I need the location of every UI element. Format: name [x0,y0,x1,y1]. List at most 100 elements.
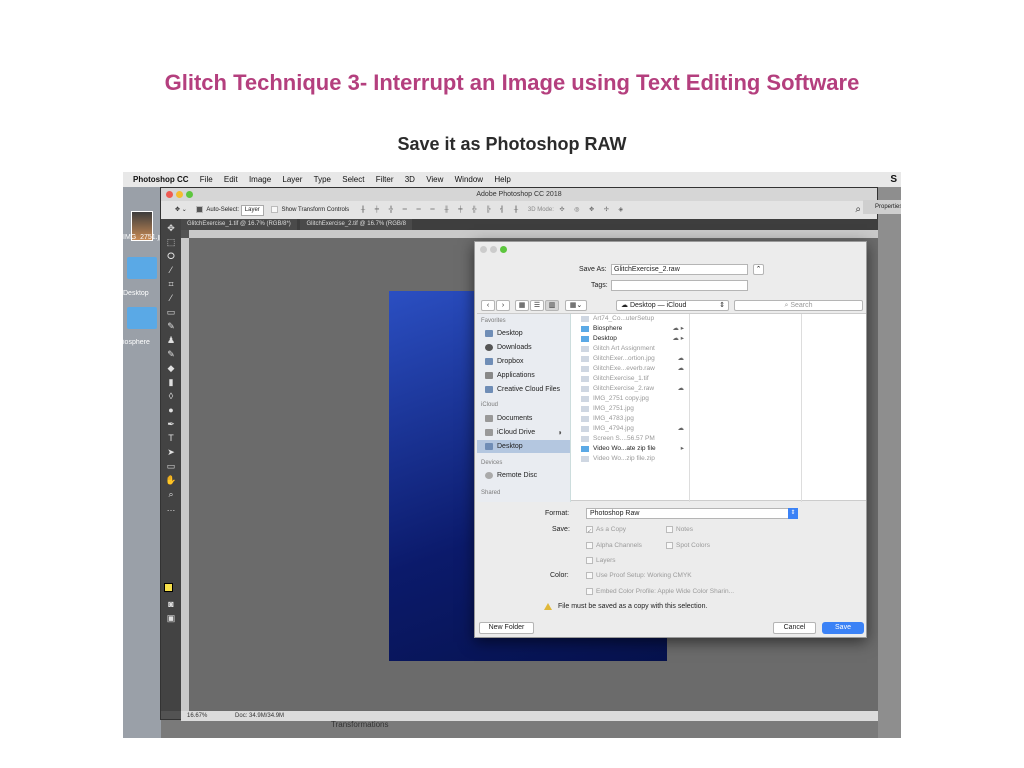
menu-help[interactable]: Help [494,175,510,184]
search-icon[interactable]: ⌕ [855,201,861,219]
sidebar-item-desktop[interactable]: Desktop [477,327,570,340]
tags-field[interactable] [611,280,748,291]
tab-glitchexercise-2[interactable]: GlitchExercise_2.tif @ 16.7% (RGB/8 [300,219,412,230]
3d-mode-icons[interactable]: ✣ ◎ ✥ ✢ ◈ [560,207,628,213]
menu-type[interactable]: Type [314,175,331,184]
zoom-tool-icon[interactable]: ⌕ [165,489,177,500]
folder-icon[interactable] [127,257,157,279]
blur-tool-icon[interactable]: ◊ [165,391,177,402]
cancel-button[interactable]: Cancel [773,622,816,634]
embed-profile-option[interactable]: Embed Color Profile: Apple Wide Color Sh… [586,588,734,595]
auto-select-dropdown[interactable]: Layer [240,205,264,216]
alpha-channels-checkbox[interactable] [586,542,593,549]
as-copy-checkbox[interactable]: ✓ [586,526,593,535]
show-transform-checkbox[interactable] [271,205,279,213]
column-view-button[interactable]: ▥ [545,300,559,311]
align-icons[interactable]: ╫ ╪ ╬ ═ ═ ═ ╫ ╪ ╬ ╠ ╣ ╫ [361,207,522,213]
list-item[interactable]: Video Wo...zip file.zip [577,454,687,464]
list-item[interactable]: Glitch Art Assignment [577,344,687,354]
list-item[interactable]: Art74_Co...uterSetup [577,314,687,324]
format-select[interactable]: Photoshop Raw ⇕ [586,508,798,519]
menu-image[interactable]: Image [249,175,271,184]
menu-window[interactable]: Window [455,175,483,184]
sidebar-item-icloud-drive[interactable]: iCloud Drive ◑ [477,426,570,439]
spot-colors-checkbox[interactable] [666,542,673,549]
move-tool-icon[interactable]: ✥ [165,223,177,234]
list-item[interactable]: GlitchExer...ortion.jpg ☁ [577,354,687,364]
embed-profile-checkbox[interactable] [586,588,593,595]
more-tools-icon[interactable]: … [165,503,177,514]
hand-tool-icon[interactable]: ✋ [165,475,177,486]
back-button[interactable]: ‹ [481,300,495,311]
move-tool-icon[interactable]: ✥ ⌄ [175,207,187,213]
list-item[interactable]: Screen S....56.57 PM [577,434,687,444]
quick-mask-icon[interactable]: ◙ [165,599,177,610]
layers-option[interactable]: Layers [586,557,616,564]
location-popup[interactable]: ☁ Desktop — iCloud ⇕ [616,300,729,311]
folder-icon[interactable] [127,307,157,329]
search-field[interactable]: ⌕ Search [734,300,863,311]
list-item[interactable]: GlitchExercise_1.tif [577,374,687,384]
close-icon[interactable] [166,191,173,198]
sidebar-item-remote-disc[interactable]: Remote Disc [477,469,570,482]
proof-setup-option[interactable]: Use Proof Setup: Working CMYK [586,572,692,579]
minimize-icon[interactable] [176,191,183,198]
list-item[interactable]: IMG_4794.jpg ☁ [577,424,687,434]
list-item[interactable]: Desktop ☁ ▸ [577,334,687,344]
list-item[interactable]: GlitchExercise_2.raw ☁ [577,384,687,394]
new-folder-button[interactable]: New Folder [479,622,534,634]
group-button[interactable]: ▦⌄ [565,300,587,311]
magic-wand-icon[interactable]: ⁄ [165,265,177,276]
expand-dialog-button[interactable]: ⌃ [753,264,764,275]
save-button[interactable]: Save [822,622,864,634]
list-item[interactable]: Video Wo...ate zip file ▸ [577,444,687,454]
menu-app[interactable]: Photoshop CC [133,175,189,184]
proof-setup-checkbox[interactable] [586,572,593,579]
brush-tool-icon[interactable]: ✎ [165,321,177,332]
sidebar-item-downloads[interactable]: Downloads [477,341,570,354]
screen-mode-icon[interactable]: ▣ [165,613,177,624]
sidebar-item-creative-cloud[interactable]: Creative Cloud Files [477,383,570,396]
forward-button[interactable]: › [496,300,510,311]
tab-glitchexercise-1[interactable]: GlitchExercise_1.tif @ 16.7% (RGB/8*) [181,219,297,230]
save-as-field[interactable]: GlitchExercise_2.raw [611,264,748,275]
sidebar-item-applications[interactable]: Applications [477,369,570,382]
history-brush-icon[interactable]: ✎ [165,349,177,360]
healing-brush-icon[interactable]: ▭ [165,307,177,318]
gradient-tool-icon[interactable]: ▮ [165,377,177,388]
sidebar-item-documents[interactable]: Documents [477,412,570,425]
layers-checkbox[interactable] [586,557,593,564]
menu-select[interactable]: Select [342,175,364,184]
alpha-channels-option[interactable]: Alpha Channels [586,542,642,549]
dodge-tool-icon[interactable]: ● [165,405,177,416]
notes-option[interactable]: Notes [666,526,693,533]
as-copy-option[interactable]: ✓ As a Copy [586,526,626,535]
sidebar-item-dropbox[interactable]: Dropbox [477,355,570,368]
menu-filter[interactable]: Filter [376,175,394,184]
list-item[interactable]: IMG_2751.jpg [577,404,687,414]
rectangle-tool-icon[interactable]: ▭ [165,461,177,472]
eraser-tool-icon[interactable]: ◆ [165,363,177,374]
stamp-tool-icon[interactable]: ♟ [165,335,177,346]
zoom-icon[interactable] [500,246,507,253]
marquee-tool-icon[interactable]: ⬚ [165,237,177,248]
type-tool-icon[interactable]: T [165,433,177,444]
menu-file[interactable]: File [200,175,213,184]
properties-panel-tab[interactable]: Properties [863,200,901,214]
zoom-icon[interactable] [186,191,193,198]
list-item[interactable]: IMG_4783.jpg [577,414,687,424]
menu-layer[interactable]: Layer [282,175,302,184]
crop-tool-icon[interactable]: ⌗ [165,279,177,290]
spot-colors-option[interactable]: Spot Colors [666,542,710,549]
foreground-color-swatch[interactable] [164,583,173,592]
menu-view[interactable]: View [426,175,443,184]
notes-checkbox[interactable] [666,526,673,533]
menu-3d[interactable]: 3D [405,175,415,184]
zoom-level[interactable]: 16.67% [187,713,207,719]
sidebar-item-icloud-desktop[interactable]: Desktop [477,440,570,453]
list-item[interactable]: Biosphere ☁ ▸ [577,324,687,334]
path-select-icon[interactable]: ➤ [165,447,177,458]
eyedropper-icon[interactable]: ⁄ [165,293,177,304]
pen-tool-icon[interactable]: ✒ [165,419,177,430]
lasso-tool-icon[interactable]: ⵔ [165,251,177,262]
